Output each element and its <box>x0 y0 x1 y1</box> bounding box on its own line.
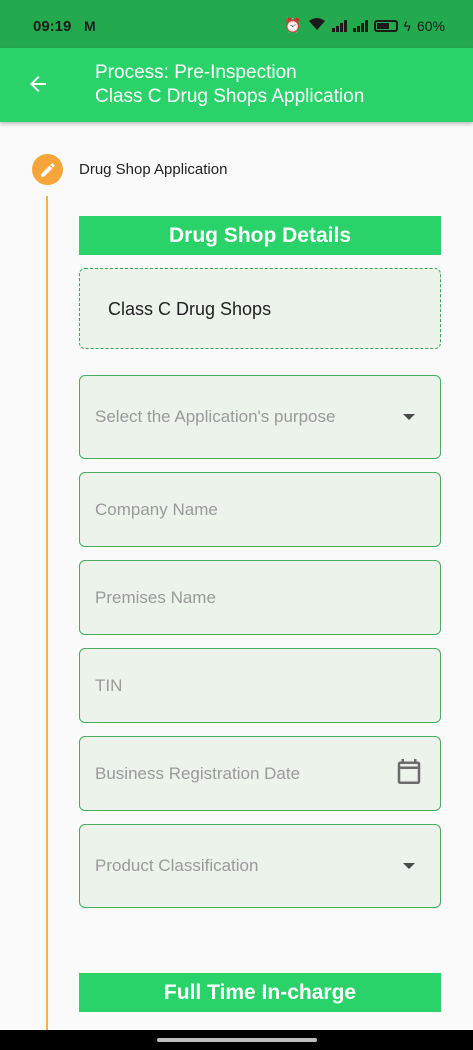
app-title-line2: Class C Drug Shops Application <box>95 86 365 107</box>
business-registration-date-label: Business Registration Date <box>95 763 301 783</box>
app-bar: Process: Pre-Inspection Class C Drug Sho… <box>0 48 473 122</box>
tin-label: TIN <box>95 675 123 695</box>
tin-field[interactable]: TIN <box>79 648 441 723</box>
step-connector-line <box>46 196 48 1030</box>
back-button[interactable] <box>18 64 58 104</box>
product-classification-label: Product Classification <box>95 856 259 875</box>
company-name-field[interactable]: Company Name <box>79 472 441 547</box>
step-indicator[interactable] <box>32 154 63 185</box>
status-bar: 09:19 M ⏰ ϟ 60% <box>0 0 473 48</box>
home-gesture-handle[interactable] <box>157 1038 317 1042</box>
dropdown-arrow-icon <box>403 863 415 869</box>
status-icons: ⏰ ϟ 60% <box>284 17 445 34</box>
premises-name-label: Premises Name <box>95 587 216 607</box>
arrow-left-icon <box>30 76 46 92</box>
charging-icon: ϟ <box>403 17 411 34</box>
calendar-icon[interactable] <box>394 756 424 791</box>
section-header-full-time-in-charge: Full Time In-charge <box>79 973 441 1012</box>
alarm-icon: ⏰ <box>284 17 302 33</box>
purpose-dropdown[interactable]: Select the Application's purpose <box>79 375 441 459</box>
app-title-line1: Process: Pre-Inspection <box>95 62 297 83</box>
application-type-box: Class C Drug Shops <box>79 268 441 349</box>
section-header-drug-shop-details: Drug Shop Details <box>79 216 441 255</box>
wifi-icon <box>308 17 326 34</box>
status-time: 09:19 <box>33 18 72 35</box>
signal-icon-2 <box>352 19 368 32</box>
application-type-value: Class C Drug Shops <box>108 299 272 319</box>
system-navigation-bar <box>0 1030 473 1050</box>
battery-icon <box>373 19 398 32</box>
purpose-label: Select the Application's purpose <box>95 407 336 426</box>
signal-icon <box>331 19 347 32</box>
battery-percent: 60% <box>416 17 445 34</box>
business-registration-date-field[interactable]: Business Registration Date <box>79 736 441 811</box>
pencil-icon <box>40 162 55 177</box>
product-classification-dropdown[interactable]: Product Classification <box>79 824 441 908</box>
company-name-label: Company Name <box>95 499 218 519</box>
gmail-icon: M <box>84 18 96 34</box>
premises-name-field[interactable]: Premises Name <box>79 560 441 635</box>
step-title: Drug Shop Application <box>79 161 228 178</box>
dropdown-arrow-icon <box>403 414 415 420</box>
